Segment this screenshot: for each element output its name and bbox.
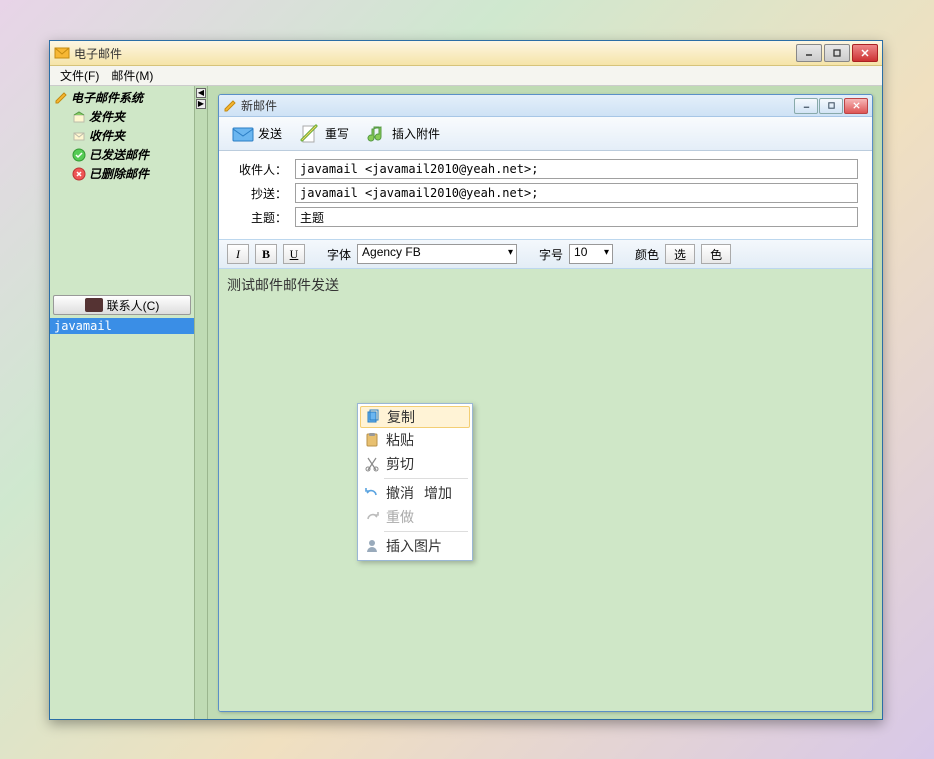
main-close-button[interactable] (852, 44, 878, 62)
subject-label: 主题： (233, 209, 295, 226)
main-minimize-button[interactable] (796, 44, 822, 62)
menubar: 文件(F) 邮件(M) (50, 66, 882, 86)
expand-right-icon[interactable]: ▶ (196, 99, 206, 109)
copy-icon (365, 409, 381, 425)
tree-inbox[interactable]: 收件夹 (54, 126, 190, 145)
tree-outbox[interactable]: 发件夹 (54, 107, 190, 126)
main-titlebar[interactable]: 电子邮件 (50, 41, 882, 66)
bold-button[interactable]: B (255, 244, 277, 264)
person-icon (364, 538, 380, 554)
rewrite-button[interactable]: 重写 (292, 120, 355, 148)
contact-item[interactable]: javamail (50, 318, 194, 334)
compose-toolbar: 发送 重写 插入附件 (219, 117, 872, 151)
ctx-cut[interactable]: 剪切 (360, 452, 470, 476)
redo-icon (364, 509, 380, 525)
cut-icon (364, 456, 380, 472)
cc-input[interactable] (295, 183, 858, 203)
subject-input[interactable] (295, 207, 858, 227)
sidebar: 电子邮件系统 发件夹 收件夹 已发送邮件 已删除邮件 (50, 86, 195, 719)
menu-file[interactable]: 文件(F) (54, 65, 105, 86)
contacts-header-label: 联系人(C) (107, 297, 160, 314)
undo-icon (364, 485, 380, 501)
avatar-icon (85, 298, 103, 312)
size-label: 字号 (539, 246, 563, 263)
send-envelope-icon (231, 124, 255, 144)
music-note-icon (365, 124, 389, 144)
tree-root[interactable]: 电子邮件系统 (54, 88, 190, 107)
contacts-list: javamail (50, 318, 194, 334)
header-fields: 收件人： 抄送： 主题： (219, 151, 872, 235)
splitter[interactable]: ◀ ▶ (195, 86, 207, 719)
ctx-copy[interactable]: 复制 (360, 406, 470, 428)
context-menu: 复制 粘贴 剪切 撤消 (357, 403, 473, 561)
compose-icon (223, 99, 237, 113)
pencil-icon (54, 91, 68, 105)
ctx-insert-image[interactable]: 插入图片 (360, 534, 470, 558)
compose-titlebar[interactable]: 新邮件 (219, 95, 872, 117)
cc-label: 抄送： (233, 185, 295, 202)
ctx-paste[interactable]: 粘贴 (360, 428, 470, 452)
color-button[interactable]: 色 (701, 244, 731, 264)
font-label: 字体 (327, 246, 351, 263)
italic-button[interactable]: I (227, 244, 249, 264)
send-button[interactable]: 发送 (225, 120, 288, 148)
compose-window: 新邮件 发送 重写 (218, 94, 873, 712)
ctx-redo: 重做 (360, 505, 470, 529)
format-bar: I B U 字体 Agency FB 字号 10 颜色 选 色 (219, 239, 872, 269)
folder-tree: 电子邮件系统 发件夹 收件夹 已发送邮件 已删除邮件 (50, 86, 194, 185)
check-circle-icon (72, 148, 86, 162)
mail-icon (54, 45, 70, 61)
pencil-paper-icon (298, 124, 322, 144)
tree-sent[interactable]: 已发送邮件 (54, 145, 190, 164)
attach-button[interactable]: 插入附件 (359, 120, 446, 148)
underline-button[interactable]: U (283, 244, 305, 264)
envelope-icon (72, 129, 86, 143)
compose-maximize-button[interactable] (819, 98, 843, 114)
body-text: 测试邮件邮件发送 (227, 277, 339, 293)
color-label: 颜色 (635, 246, 659, 263)
compose-title: 新邮件 (241, 97, 794, 114)
main-window-title: 电子邮件 (74, 45, 796, 62)
x-circle-icon (72, 167, 86, 181)
font-select[interactable]: Agency FB (357, 244, 517, 264)
contacts-toggle[interactable]: 联系人(C) (53, 295, 191, 315)
main-body: 电子邮件系统 发件夹 收件夹 已发送邮件 已删除邮件 (50, 86, 882, 719)
mdi-area: 新邮件 发送 重写 (207, 86, 882, 719)
size-select[interactable]: 10 (569, 244, 613, 264)
select-button[interactable]: 选 (665, 244, 695, 264)
collapse-left-icon[interactable]: ◀ (196, 88, 206, 98)
tree-deleted[interactable]: 已删除邮件 (54, 164, 190, 183)
paste-icon (364, 432, 380, 448)
compose-minimize-button[interactable] (794, 98, 818, 114)
envelope-open-icon (72, 110, 86, 124)
menu-mail[interactable]: 邮件(M) (105, 65, 159, 86)
compose-close-button[interactable] (844, 98, 868, 114)
ctx-undo[interactable]: 撤消 增加 (360, 481, 470, 505)
to-label: 收件人： (233, 161, 295, 178)
to-input[interactable] (295, 159, 858, 179)
main-window: 电子邮件 文件(F) 邮件(M) 电子邮件系统 发件夹 (49, 40, 883, 720)
message-body[interactable]: 测试邮件邮件发送 复制 粘贴 剪切 (219, 269, 872, 711)
main-maximize-button[interactable] (824, 44, 850, 62)
